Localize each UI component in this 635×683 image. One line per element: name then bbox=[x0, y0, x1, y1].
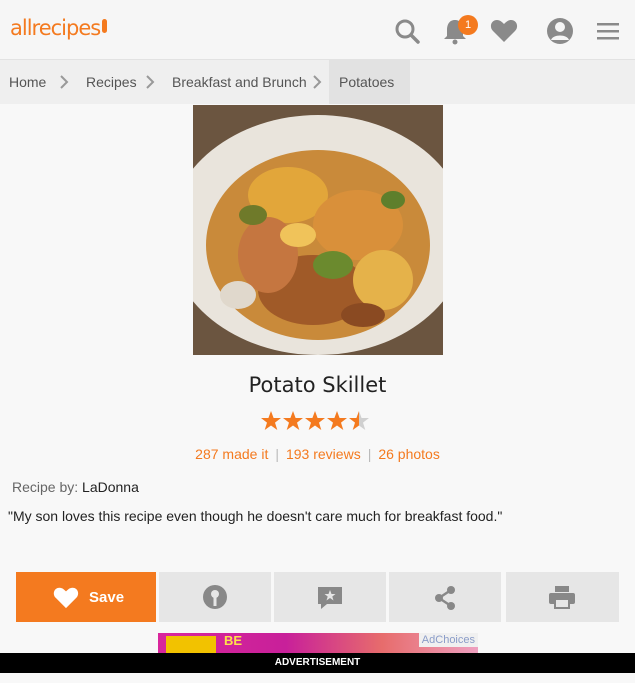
breadcrumb-breakfast-and-brunch[interactable]: Breakfast and Brunch bbox=[172, 60, 307, 104]
printer-icon bbox=[549, 586, 575, 609]
adchoices-link[interactable]: AdChoices bbox=[418, 633, 478, 647]
breadcrumb-home[interactable]: Home bbox=[9, 60, 46, 104]
share-button[interactable] bbox=[389, 572, 501, 622]
star-icon bbox=[305, 411, 325, 430]
star-icon bbox=[261, 411, 281, 430]
heart-icon bbox=[53, 587, 79, 609]
search-icon[interactable] bbox=[392, 16, 422, 46]
chevron-right-icon bbox=[313, 75, 322, 89]
byline-label: Recipe by: bbox=[12, 479, 79, 495]
made-it-icon bbox=[203, 585, 227, 609]
divider: | bbox=[367, 446, 372, 462]
advertisement-label: ADVERTISEMENT bbox=[0, 653, 635, 673]
chevron-right-icon bbox=[60, 75, 69, 89]
ad-text: BE bbox=[224, 633, 243, 648]
logo-exclaim bbox=[102, 19, 108, 33]
breadcrumb-potatoes[interactable]: Potatoes bbox=[329, 60, 410, 104]
reviews-link[interactable]: 193 reviews bbox=[286, 446, 361, 462]
half-star-icon bbox=[349, 411, 369, 430]
ad-product-image bbox=[166, 636, 216, 654]
recipe-byline: Recipe by: LaDonna bbox=[12, 479, 139, 495]
made-it-link[interactable]: 287 made it bbox=[195, 446, 268, 462]
recipe-photo-image bbox=[193, 105, 443, 355]
logo-text: allrecipes bbox=[10, 16, 101, 40]
hamburger-menu-icon[interactable] bbox=[594, 16, 624, 46]
star-rating[interactable] bbox=[260, 410, 375, 434]
made-it-button[interactable] bbox=[159, 572, 271, 622]
share-icon bbox=[435, 586, 455, 610]
print-button[interactable] bbox=[506, 572, 619, 622]
chevron-right-icon bbox=[146, 75, 155, 89]
save-label: Save bbox=[89, 589, 125, 606]
breadcrumb: Home Recipes Breakfast and Brunch Potato… bbox=[0, 60, 635, 104]
recipe-description: "My son loves this recipe even though he… bbox=[8, 508, 503, 524]
divider: | bbox=[275, 446, 279, 462]
save-button[interactable]: Save bbox=[16, 572, 156, 622]
recipe-stats: 287 made it | 193 reviews | 26 photos bbox=[0, 446, 635, 462]
site-header: allrecipes 1 bbox=[0, 0, 635, 60]
recipe-action-bar: Save bbox=[16, 572, 619, 622]
recipe-title: Potato Skillet bbox=[248, 373, 387, 397]
advertisement-banner[interactable]: BE AdChoices bbox=[158, 633, 478, 655]
review-comment-star-icon bbox=[318, 587, 342, 609]
photos-link[interactable]: 26 photos bbox=[378, 446, 440, 462]
recipe-photo[interactable] bbox=[193, 105, 443, 355]
review-button[interactable] bbox=[274, 572, 386, 622]
star-icon bbox=[283, 411, 303, 430]
profile-avatar-icon[interactable] bbox=[545, 16, 575, 46]
allrecipes-logo[interactable]: allrecipes bbox=[10, 16, 108, 40]
notification-badge: 1 bbox=[458, 15, 478, 35]
author-link[interactable]: LaDonna bbox=[82, 479, 139, 495]
star-icon bbox=[327, 411, 347, 430]
favorites-heart-icon[interactable] bbox=[489, 16, 519, 46]
breadcrumb-recipes[interactable]: Recipes bbox=[86, 60, 137, 104]
